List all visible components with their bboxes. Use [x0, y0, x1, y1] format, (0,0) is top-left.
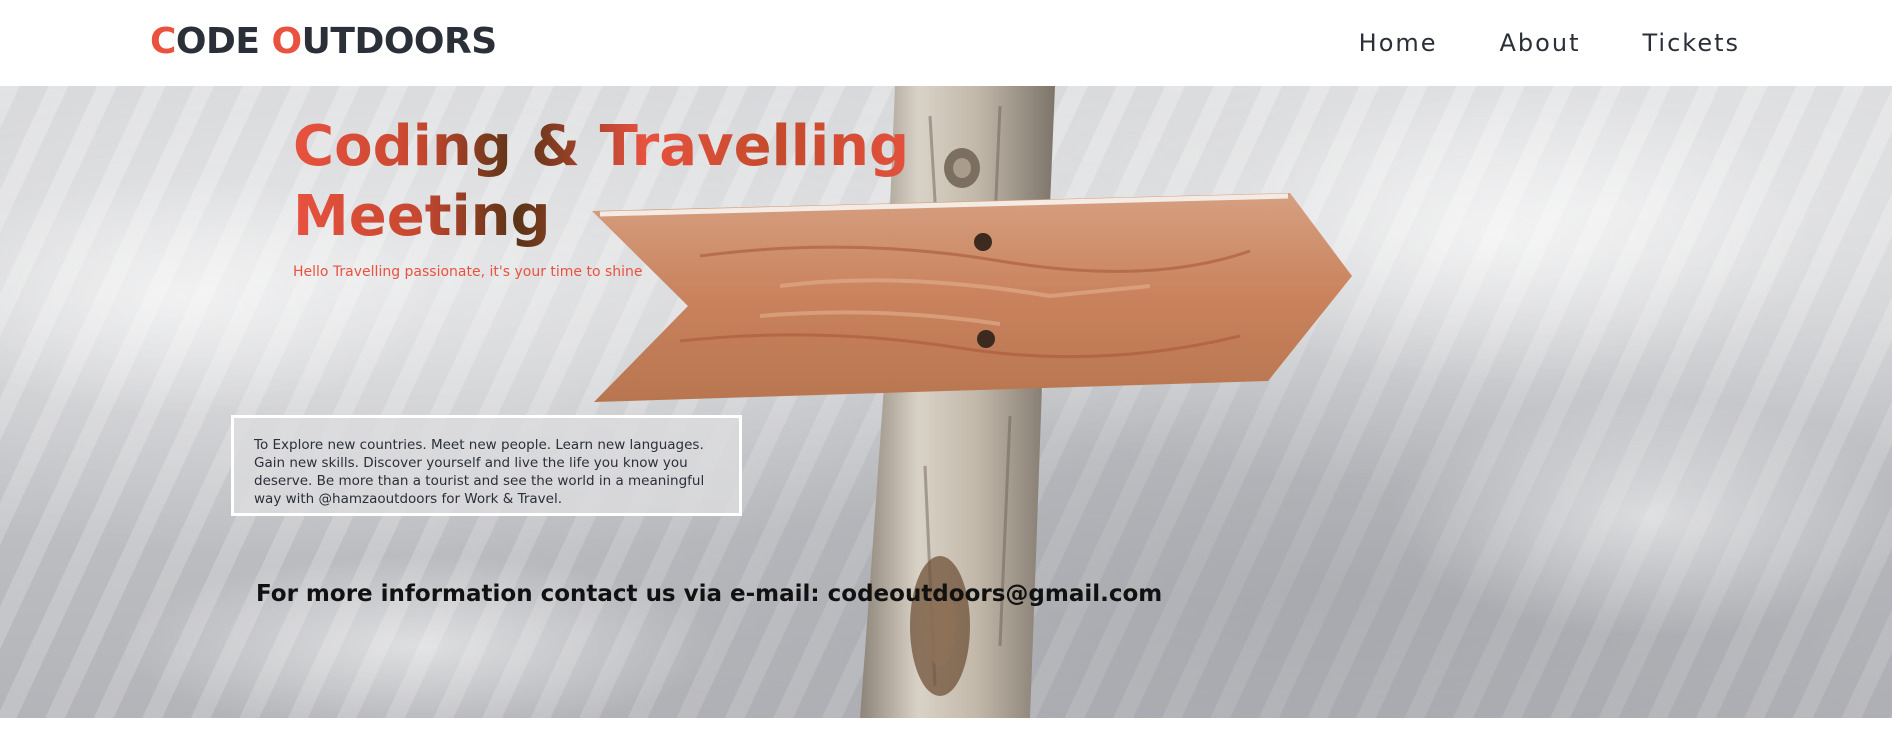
logo-text-ode: ODE: [175, 21, 272, 62]
signpost-background-image: [0, 86, 1892, 718]
nav-link-about[interactable]: About: [1500, 26, 1581, 60]
hero-title: Coding & Travelling Meeting: [293, 112, 933, 252]
logo-text-utdoors: UTDOORS: [301, 21, 498, 62]
logo-letter-o: O: [271, 21, 303, 62]
info-box: To Explore new countries. Meet new peopl…: [231, 415, 742, 516]
top-navbar: CODE OUTDOORS Home About Tickets: [0, 0, 1892, 86]
nav-link-home[interactable]: Home: [1359, 26, 1438, 60]
nav-link-tickets[interactable]: Tickets: [1642, 26, 1740, 60]
info-description: To Explore new countries. Meet new peopl…: [254, 437, 705, 507]
nav-links: Home About Tickets: [1297, 26, 1740, 60]
logo-letter-c: C: [150, 21, 176, 62]
hero-section: Coding & Travelling Meeting Hello Travel…: [0, 86, 1892, 718]
site-logo[interactable]: CODE OUTDOORS: [150, 20, 497, 64]
hero-subtitle: Hello Travelling passionate, it's your t…: [293, 264, 643, 280]
contact-email-text: For more information contact us via e-ma…: [256, 581, 1163, 607]
